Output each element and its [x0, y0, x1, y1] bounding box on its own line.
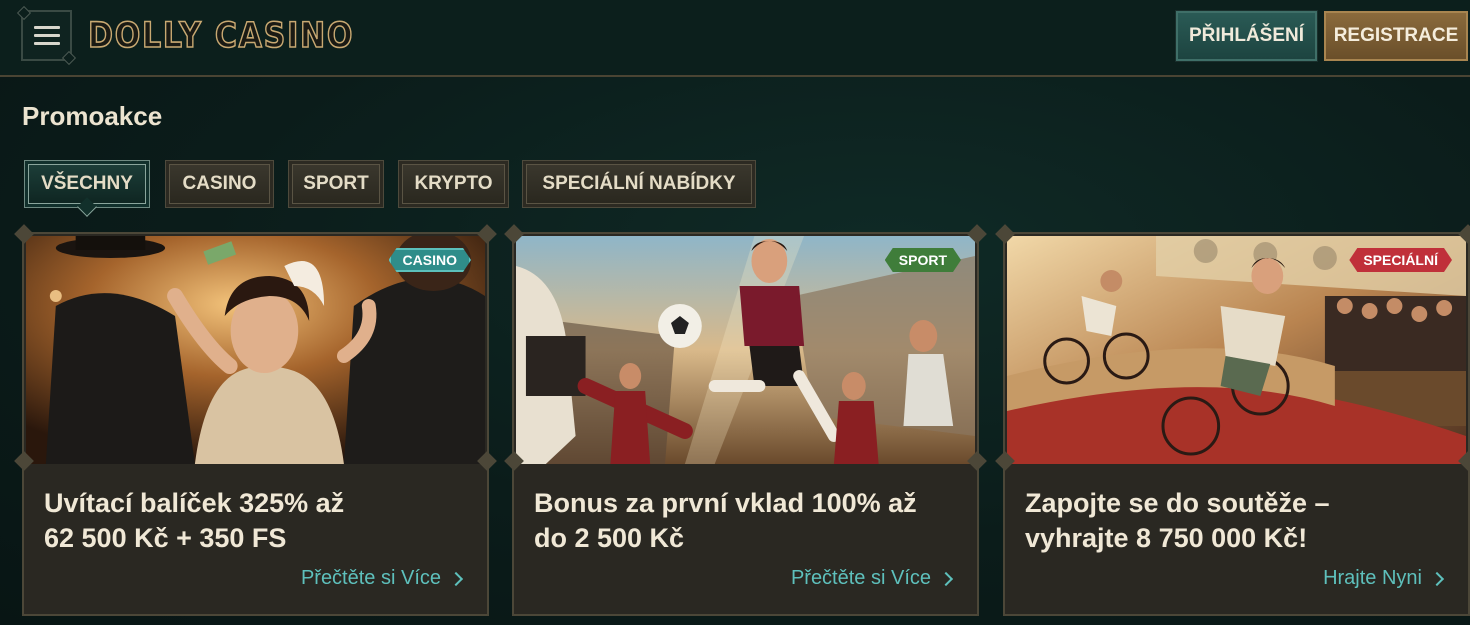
promo-card[interactable]: CASINO Uvítací balíček 325% až 62 500 Kč…: [14, 224, 497, 616]
promo-title: Bonus za první vklad 100% až do 2 500 Kč: [534, 488, 917, 553]
category-badge: CASINO: [389, 248, 471, 272]
menu-button[interactable]: [21, 10, 72, 61]
site-header: DOLLY CASINO PŘIHLÁŠENÍ REGISTRACE: [0, 0, 1470, 77]
read-more-link[interactable]: Přečtěte si Více: [301, 567, 464, 590]
play-now-link[interactable]: Hrajte Nyni: [1323, 567, 1445, 590]
register-button[interactable]: REGISTRACE: [1324, 11, 1468, 61]
chevron-right-icon: [938, 571, 954, 586]
tab-label: VŠECHNY: [41, 173, 133, 194]
tab-label: CASINO: [182, 173, 257, 194]
tab-special-offers[interactable]: SPECIÁLNÍ NABÍDKY: [522, 160, 756, 208]
tab-label: SPORT: [303, 173, 369, 194]
site-logo[interactable]: DOLLY CASINO: [87, 12, 354, 60]
category-badge: SPECIÁLNÍ: [1349, 248, 1452, 272]
hamburger-icon: [33, 26, 60, 45]
tab-sport[interactable]: SPORT: [288, 160, 384, 208]
read-more-link[interactable]: Přečtěte si Více: [791, 567, 954, 590]
promo-title: Zapojte se do soutěže – vyhrajte 8 750 0…: [1025, 488, 1330, 553]
tab-casino[interactable]: CASINO: [165, 160, 274, 208]
tab-label: KRYPTO: [414, 173, 493, 194]
tab-crypto[interactable]: KRYPTO: [398, 160, 509, 208]
tab-label: SPECIÁLNÍ NABÍDKY: [542, 173, 736, 194]
chevron-right-icon: [448, 571, 464, 586]
tab-all[interactable]: VŠECHNY: [24, 160, 150, 217]
promo-card[interactable]: SPECIÁLNÍ Zapojte se do soutěže – vyhraj…: [995, 224, 1470, 616]
page-title: Promoakce: [22, 101, 163, 131]
category-badge: SPORT: [885, 248, 961, 272]
promo-card[interactable]: SPORT Bonus za první vklad 100% až do 2 …: [504, 224, 987, 616]
promo-title: Uvítací balíček 325% až 62 500 Kč + 350 …: [44, 488, 345, 553]
login-button[interactable]: PŘIHLÁŠENÍ: [1175, 10, 1318, 62]
chevron-right-icon: [1429, 571, 1445, 586]
